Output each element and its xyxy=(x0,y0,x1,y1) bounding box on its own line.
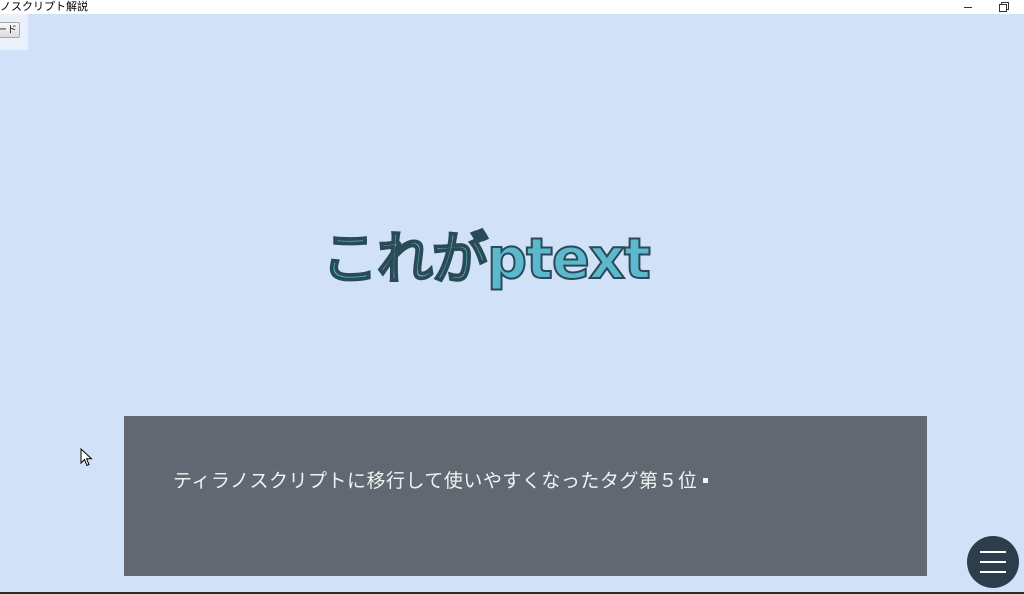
menu-button[interactable] xyxy=(967,536,1019,588)
minimize-button[interactable] xyxy=(958,0,978,14)
title-bar: ノスクリプト解説 xyxy=(0,0,1024,14)
game-screen[interactable]: ード これがptext ティラノスクリプトに移行して使いやすくなったタグ第５位 xyxy=(0,14,1024,592)
minimize-icon xyxy=(964,6,972,8)
restore-icon xyxy=(999,2,1009,12)
message-text-content: ティラノスクリプトに移行して使いやすくなったタグ第５位 xyxy=(173,470,698,492)
mouse-cursor-icon xyxy=(80,448,93,467)
load-button[interactable]: ード xyxy=(0,22,20,38)
top-left-panel: ード xyxy=(0,14,28,50)
message-text: ティラノスクリプトに移行して使いやすくなったタグ第５位 xyxy=(173,467,709,495)
ptext-heading: これがptext xyxy=(321,226,652,293)
restore-button[interactable] xyxy=(994,0,1014,14)
window-title: ノスクリプト解説 xyxy=(0,0,88,13)
continue-indicator-icon xyxy=(703,478,709,483)
hamburger-menu-icon xyxy=(980,551,1006,553)
message-window[interactable]: ティラノスクリプトに移行して使いやすくなったタグ第５位 xyxy=(124,416,927,576)
